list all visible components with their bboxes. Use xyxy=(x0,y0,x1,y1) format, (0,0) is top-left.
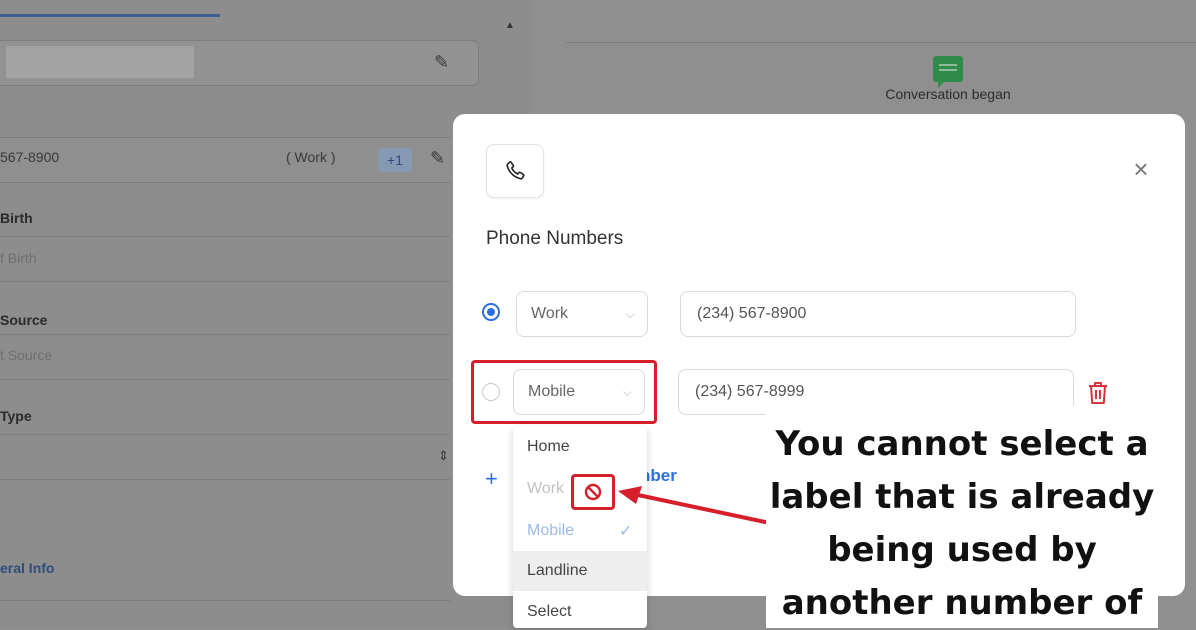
dob-placeholder: f Birth xyxy=(0,250,37,266)
phone-value: 567-8900 xyxy=(0,149,60,165)
chat-icon-lines xyxy=(939,64,957,66)
sort-icon: ⇕ xyxy=(438,448,449,463)
active-tab-indicator xyxy=(0,14,220,17)
dob-label: Birth xyxy=(0,210,33,226)
primary-radio-selected[interactable] xyxy=(482,303,500,321)
source-placeholder: t Source xyxy=(0,347,53,363)
type-label: Type xyxy=(0,408,32,424)
callout-text: You cannot select a label that is alread… xyxy=(766,418,1158,630)
pencil-icon[interactable]: ✎ xyxy=(434,52,449,73)
source-label: Source xyxy=(0,312,48,328)
phone-icon xyxy=(486,144,544,198)
dropdown-option-select[interactable]: Select xyxy=(513,592,647,628)
arrow-annotation xyxy=(618,486,785,528)
source-field[interactable] xyxy=(0,334,450,380)
dropdown-option-home[interactable]: Home xyxy=(513,427,647,467)
callout-line: You cannot select a xyxy=(775,424,1149,464)
pencil-icon[interactable]: ✎ xyxy=(430,148,445,169)
phone-number-input[interactable]: (234) 567-8900 xyxy=(680,291,1076,337)
divider xyxy=(0,600,450,601)
ban-icon xyxy=(571,474,615,510)
contact-details-panel xyxy=(0,0,530,628)
select-value: Work xyxy=(531,305,569,322)
phone-label-tag: ( Work ) xyxy=(286,149,336,165)
dropdown-option-landline[interactable]: Landline xyxy=(513,551,647,591)
blurred-name-value xyxy=(6,46,194,78)
callout-line: label that is already xyxy=(769,477,1155,517)
divider xyxy=(566,42,1196,43)
chat-icon xyxy=(933,56,963,88)
close-icon[interactable]: × xyxy=(1128,156,1154,182)
type-select[interactable] xyxy=(0,434,450,480)
modal-title: Phone Numbers xyxy=(486,228,624,249)
option-label: Mobile xyxy=(527,522,575,539)
chevron-down-icon: ⌵ xyxy=(625,307,635,321)
more-numbers-badge[interactable]: +1 xyxy=(378,148,412,172)
general-info-link[interactable]: eral Info xyxy=(0,560,54,576)
timeline-event: Conversation began xyxy=(885,86,1011,102)
callout-line: another number of xyxy=(781,583,1143,623)
annotation-highlight-box xyxy=(471,360,657,424)
scroll-up-arrow-icon[interactable]: ▲ xyxy=(505,20,515,31)
dob-field[interactable] xyxy=(0,236,450,282)
label-select-work[interactable]: Work ⌵ xyxy=(516,291,648,337)
add-icon[interactable]: + xyxy=(485,466,498,492)
callout-line: being used by xyxy=(827,530,1097,570)
